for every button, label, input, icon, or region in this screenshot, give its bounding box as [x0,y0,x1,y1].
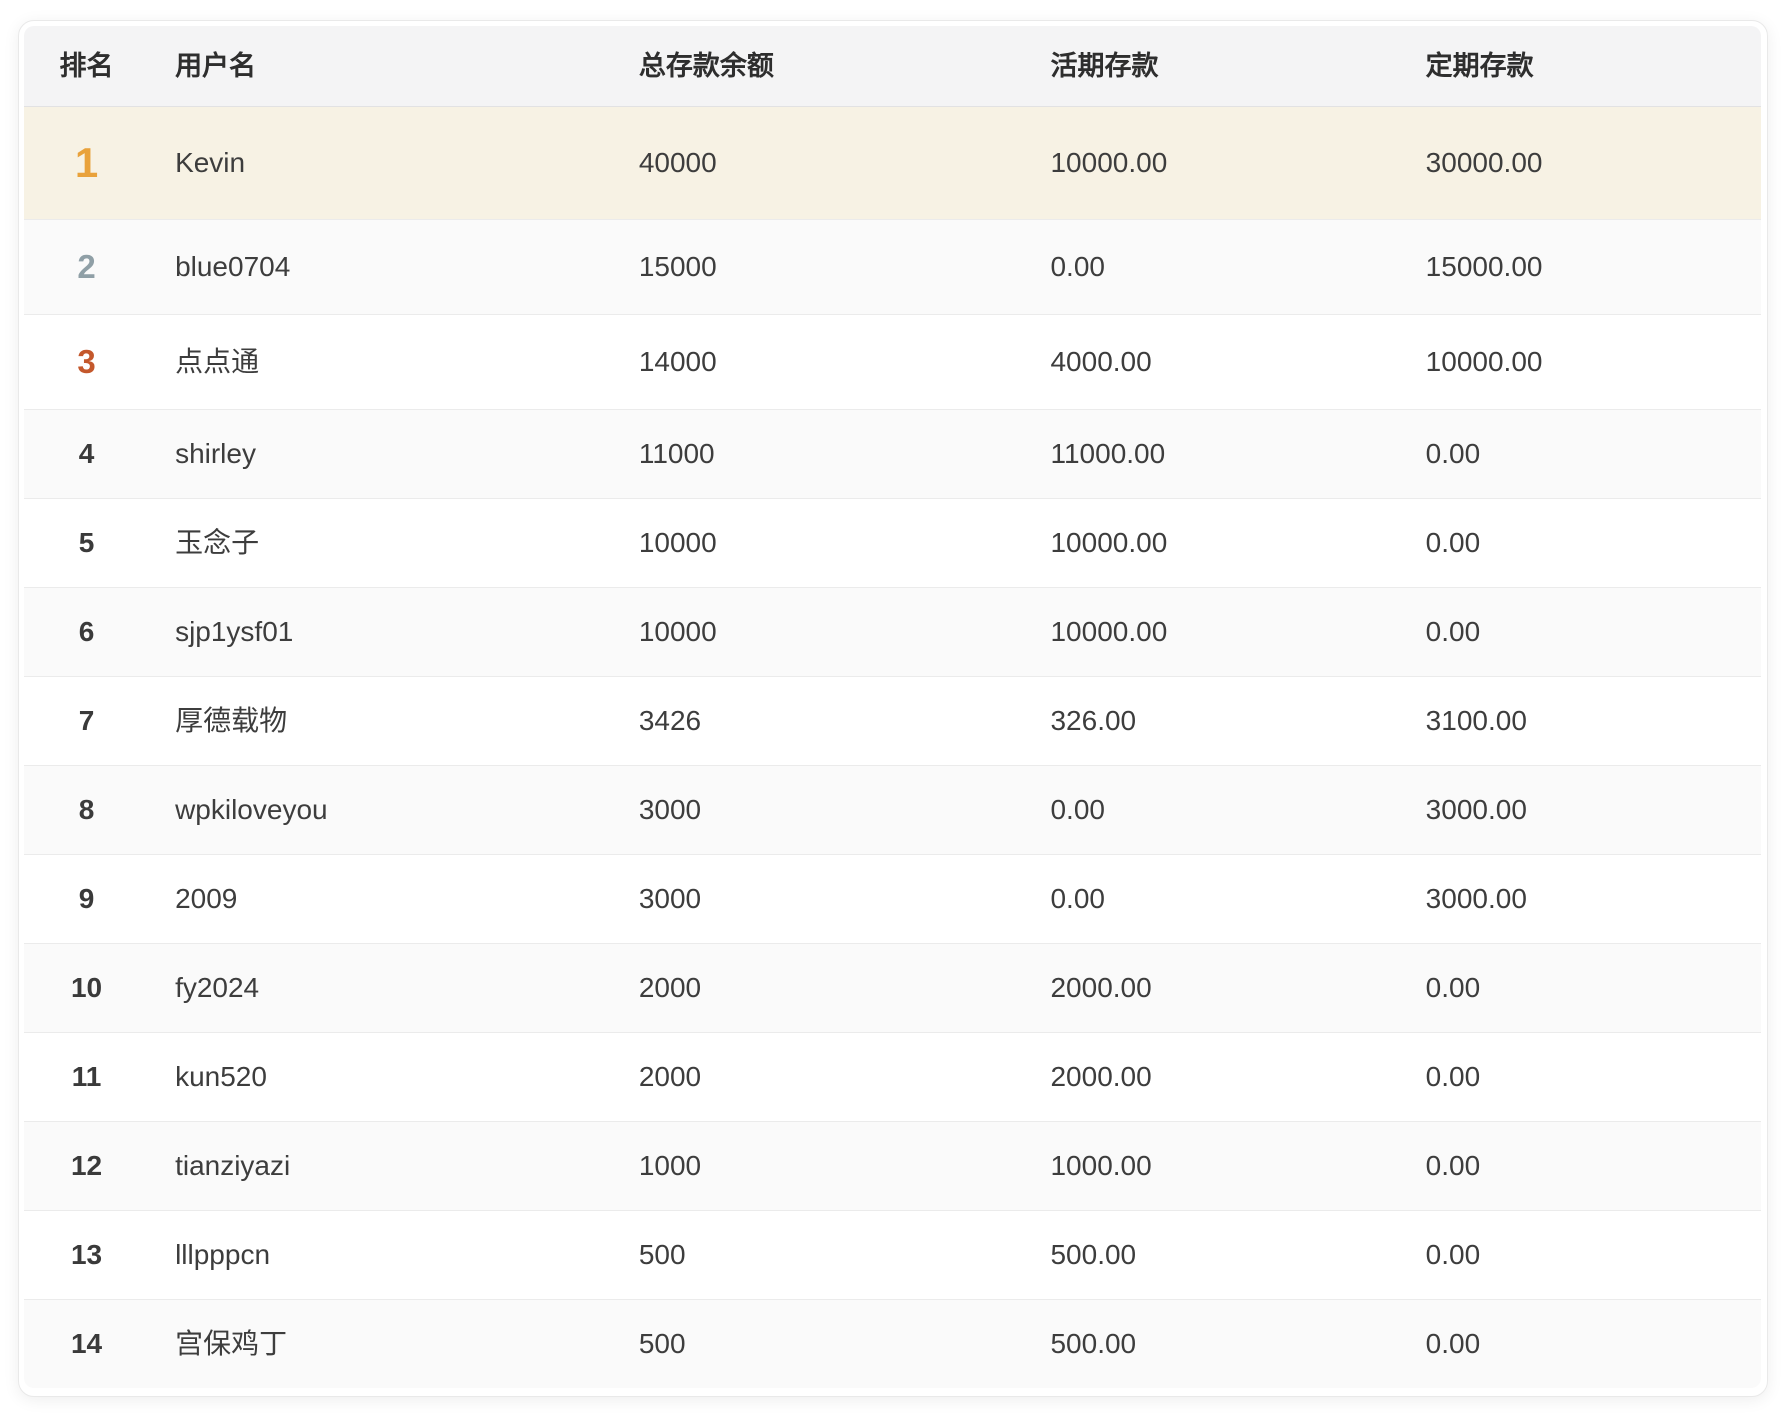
username-cell: blue0704 [149,220,613,315]
total-balance-cell: 1000 [613,1122,1025,1211]
rank-cell: 14 [24,1300,149,1389]
username-cell: 宫保鸡丁 [149,1300,613,1389]
table-row: 7 厚德载物 3426 326.00 3100.00 [24,677,1761,766]
username-cell: fy2024 [149,944,613,1033]
current-deposit-cell: 0.00 [1024,220,1399,315]
username-cell: tianziyazi [149,1122,613,1211]
deposit-ranking-table: 排名 用户名 总存款余额 活期存款 定期存款 1 Kevin 40000 100… [24,26,1761,1388]
current-deposit-cell: 10000.00 [1024,588,1399,677]
current-deposit-cell: 326.00 [1024,677,1399,766]
current-deposit-cell: 10000.00 [1024,499,1399,588]
fixed-deposit-cell: 10000.00 [1400,315,1761,410]
current-deposit-cell: 2000.00 [1024,1033,1399,1122]
total-balance-cell: 3000 [613,855,1025,944]
fixed-deposit-cell: 30000.00 [1400,107,1761,220]
table-row: 11 kun520 2000 2000.00 0.00 [24,1033,1761,1122]
ranking-card: 排名 用户名 总存款余额 活期存款 定期存款 1 Kevin 40000 100… [18,20,1768,1397]
current-deposit-cell: 0.00 [1024,855,1399,944]
fixed-deposit-cell: 15000.00 [1400,220,1761,315]
username-cell: lllpppcn [149,1211,613,1300]
rank-cell: 11 [24,1033,149,1122]
table-row: 1 Kevin 40000 10000.00 30000.00 [24,107,1761,220]
col-header-rank: 排名 [24,26,149,107]
fixed-deposit-cell: 3100.00 [1400,677,1761,766]
rank-cell: 1 [24,107,149,220]
table-body: 1 Kevin 40000 10000.00 30000.00 2 blue07… [24,107,1761,1389]
rank-cell: 5 [24,499,149,588]
rank-cell: 12 [24,1122,149,1211]
table-row: 10 fy2024 2000 2000.00 0.00 [24,944,1761,1033]
total-balance-cell: 3426 [613,677,1025,766]
username-cell: kun520 [149,1033,613,1122]
fixed-deposit-cell: 0.00 [1400,499,1761,588]
col-header-fixed-deposit: 定期存款 [1400,26,1761,107]
table-row: 12 tianziyazi 1000 1000.00 0.00 [24,1122,1761,1211]
table-row: 4 shirley 11000 11000.00 0.00 [24,410,1761,499]
table-row: 9 2009 3000 0.00 3000.00 [24,855,1761,944]
table-header-row: 排名 用户名 总存款余额 活期存款 定期存款 [24,26,1761,107]
table-row: 6 sjp1ysf01 10000 10000.00 0.00 [24,588,1761,677]
total-balance-cell: 500 [613,1300,1025,1389]
rank-cell: 4 [24,410,149,499]
total-balance-cell: 14000 [613,315,1025,410]
total-balance-cell: 15000 [613,220,1025,315]
current-deposit-cell: 500.00 [1024,1300,1399,1389]
col-header-total-balance: 总存款余额 [613,26,1025,107]
total-balance-cell: 2000 [613,944,1025,1033]
table-row: 2 blue0704 15000 0.00 15000.00 [24,220,1761,315]
table-row: 5 玉念子 10000 10000.00 0.00 [24,499,1761,588]
col-header-username: 用户名 [149,26,613,107]
total-balance-cell: 11000 [613,410,1025,499]
table-header: 排名 用户名 总存款余额 活期存款 定期存款 [24,26,1761,107]
current-deposit-cell: 2000.00 [1024,944,1399,1033]
rank-cell: 9 [24,855,149,944]
username-cell: shirley [149,410,613,499]
fixed-deposit-cell: 3000.00 [1400,855,1761,944]
fixed-deposit-cell: 0.00 [1400,1300,1761,1389]
fixed-deposit-cell: 3000.00 [1400,766,1761,855]
current-deposit-cell: 500.00 [1024,1211,1399,1300]
fixed-deposit-cell: 0.00 [1400,1033,1761,1122]
rank-cell: 7 [24,677,149,766]
fixed-deposit-cell: 0.00 [1400,588,1761,677]
username-cell: 厚德载物 [149,677,613,766]
username-cell: 点点通 [149,315,613,410]
username-cell: 玉念子 [149,499,613,588]
total-balance-cell: 10000 [613,499,1025,588]
table-row: 8 wpkiloveyou 3000 0.00 3000.00 [24,766,1761,855]
fixed-deposit-cell: 0.00 [1400,944,1761,1033]
current-deposit-cell: 0.00 [1024,766,1399,855]
rank-cell: 3 [24,315,149,410]
username-cell: sjp1ysf01 [149,588,613,677]
total-balance-cell: 40000 [613,107,1025,220]
current-deposit-cell: 1000.00 [1024,1122,1399,1211]
col-header-current-deposit: 活期存款 [1024,26,1399,107]
total-balance-cell: 500 [613,1211,1025,1300]
current-deposit-cell: 4000.00 [1024,315,1399,410]
table-row: 14 宫保鸡丁 500 500.00 0.00 [24,1300,1761,1389]
rank-cell: 6 [24,588,149,677]
rank-cell: 10 [24,944,149,1033]
current-deposit-cell: 11000.00 [1024,410,1399,499]
fixed-deposit-cell: 0.00 [1400,410,1761,499]
fixed-deposit-cell: 0.00 [1400,1211,1761,1300]
username-cell: 2009 [149,855,613,944]
table-row: 13 lllpppcn 500 500.00 0.00 [24,1211,1761,1300]
rank-cell: 2 [24,220,149,315]
total-balance-cell: 2000 [613,1033,1025,1122]
rank-cell: 13 [24,1211,149,1300]
username-cell: Kevin [149,107,613,220]
current-deposit-cell: 10000.00 [1024,107,1399,220]
username-cell: wpkiloveyou [149,766,613,855]
total-balance-cell: 3000 [613,766,1025,855]
total-balance-cell: 10000 [613,588,1025,677]
fixed-deposit-cell: 0.00 [1400,1122,1761,1211]
rank-cell: 8 [24,766,149,855]
table-row: 3 点点通 14000 4000.00 10000.00 [24,315,1761,410]
